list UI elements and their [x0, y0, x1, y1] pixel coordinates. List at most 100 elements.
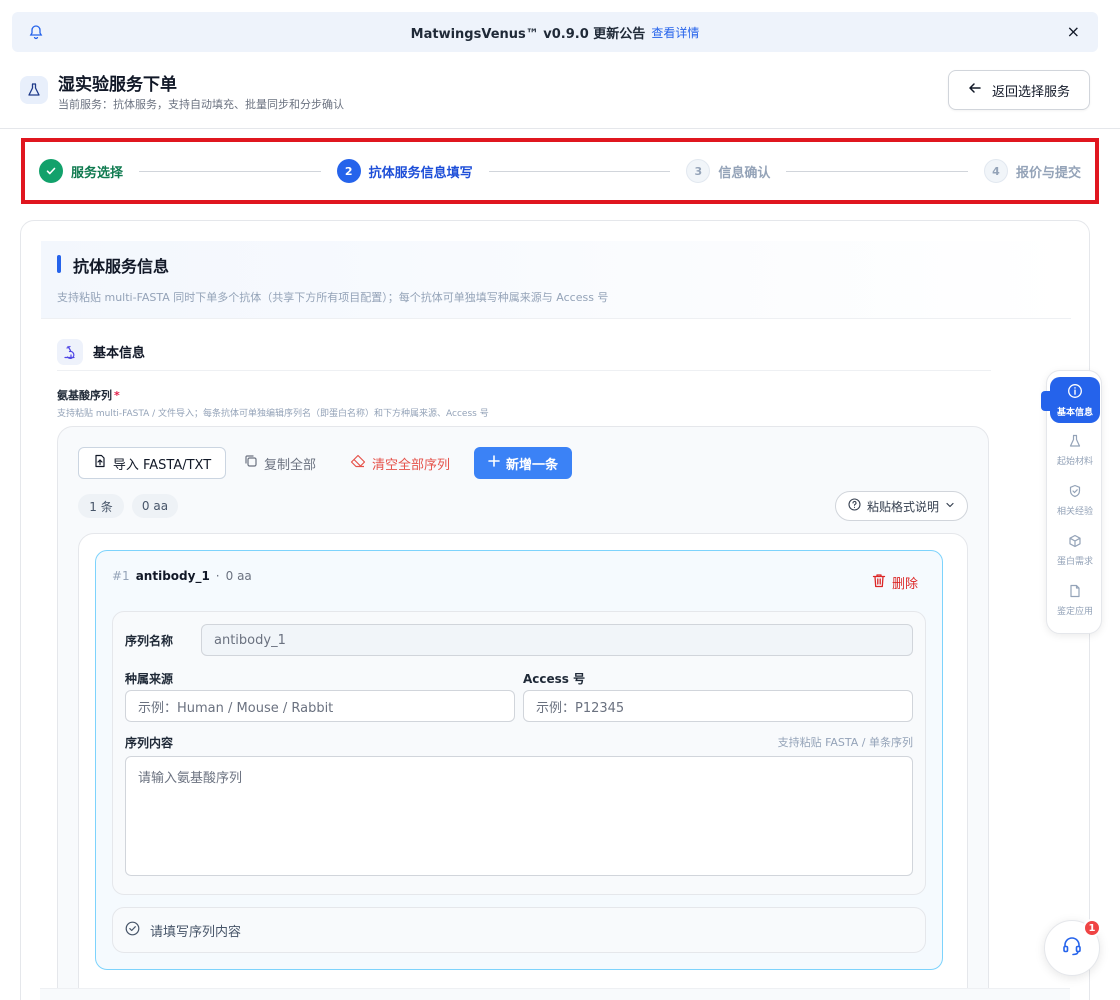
announcement-details-link[interactable]: 查看详情 [651, 24, 699, 41]
separator: · [215, 569, 220, 583]
step-number: 2 [336, 159, 361, 183]
section-quick-nav: 基本信息 起始材料 相关经验 蛋白需求 鉴定应用 [1041, 370, 1102, 634]
antibody-form: 序列名称 antibody_1 种属来源 示例：Human / Mouse / … [112, 611, 926, 895]
delete-label: 删除 [891, 577, 918, 592]
headset-icon [1061, 935, 1083, 961]
sequence-list: #1 antibody_1 · 0 aa 删除 序列名称 antibody_1 … [78, 533, 968, 1000]
check-circle-icon [125, 921, 140, 940]
basic-info-title: 基本信息 [93, 346, 146, 361]
content-field-hint: 支持粘贴 FASTA / 单条序列 [777, 736, 913, 749]
notification-badge: 1 [1083, 919, 1101, 937]
section-description: 支持粘贴 multi-FASTA 同时下单多个抗体（共享下方所有项目配置）；每个… [57, 291, 609, 304]
add-label: 新增一条 [505, 457, 558, 473]
bell-icon [28, 24, 44, 40]
access-field-label: Access 号 [523, 672, 586, 686]
sequence-count-badge: 1 条 [78, 494, 124, 518]
species-input[interactable]: 示例：Human / Mouse / Rabbit [125, 690, 515, 722]
step-antibody-info[interactable]: 2 抗体服务信息填写 [336, 159, 473, 183]
sequence-label-text: 氨基酸序列 [57, 389, 112, 402]
check-icon [39, 159, 63, 183]
shield-icon [1068, 484, 1082, 501]
step-label: 信息确认 [718, 165, 771, 181]
step-number: 4 [983, 159, 1008, 183]
antibody-aa-count: 0 aa [225, 569, 252, 583]
stepper: 服务选择 2 抗体服务信息填写 3 信息确认 4 报价与提交 [31, 148, 1089, 194]
step-label: 服务选择 [71, 165, 124, 181]
page-subtitle: 当前服务：抗体服务，支持自动填充、批量同步和分步确认 [58, 98, 344, 111]
nav-label: 相关经验 [1056, 506, 1093, 517]
copy-all-button[interactable]: 复制全部 [244, 447, 316, 479]
add-sequence-button[interactable]: 新增一条 [474, 447, 572, 479]
trash-icon [872, 573, 886, 592]
validation-status: 请填写序列内容 [112, 907, 926, 953]
chevron-down-icon [945, 499, 955, 513]
sequence-name-input[interactable]: antibody_1 [201, 624, 913, 656]
clear-label: 清空全部序列 [372, 457, 451, 473]
step-confirm[interactable]: 3 信息确认 [686, 159, 770, 183]
nav-label: 起始材料 [1056, 456, 1093, 467]
page-title: 湿实验服务下单 [58, 75, 177, 95]
import-label: 导入 FASTA/TXT [112, 457, 212, 473]
nav-label: 鉴定应用 [1056, 606, 1093, 617]
form-card: 抗体服务信息 支持粘贴 multi-FASTA 同时下单多个抗体（共享下方所有项… [20, 220, 1090, 1000]
nav-label: 蛋白需求 [1056, 556, 1093, 567]
arrow-left-icon [968, 81, 982, 99]
nav-identification[interactable]: 鉴定应用 [1050, 577, 1100, 623]
step-number: 3 [686, 159, 711, 183]
microscope-icon [57, 338, 83, 365]
stepper-highlight: 服务选择 2 抗体服务信息填写 3 信息确认 4 报价与提交 [21, 138, 1099, 204]
next-section-preview [40, 988, 1070, 1000]
box-icon [1068, 534, 1082, 551]
clear-all-button[interactable]: 清空全部序列 [350, 447, 450, 479]
section-header: 抗体服务信息 支持粘贴 multi-FASTA 同时下单多个抗体（共享下方所有项… [41, 241, 1071, 319]
antibody-name: antibody_1 [135, 569, 210, 583]
back-to-services-button[interactable]: 返回选择服务 [948, 70, 1090, 110]
announcement-bar: MatwingsVenus™ v0.9.0 更新公告 查看详情 × [12, 12, 1098, 52]
step-quote-submit[interactable]: 4 报价与提交 [983, 159, 1081, 183]
customer-support-button[interactable]: 1 [1044, 919, 1101, 976]
sequence-editor: 导入 FASTA/TXT 复制全部 清空全部序列 新增一条 1 条 0 aa 粘… [57, 426, 989, 1000]
document-icon [1068, 584, 1082, 601]
copy-label: 复制全部 [264, 457, 317, 473]
format-help-label: 粘贴格式说明 [866, 499, 939, 514]
required-mark: * [114, 389, 120, 402]
import-fasta-button[interactable]: 导入 FASTA/TXT [78, 447, 226, 479]
delete-antibody-button[interactable]: 删除 [872, 573, 918, 592]
content-field-label: 序列内容 [125, 736, 174, 750]
species-field-label: 种属来源 [125, 672, 174, 686]
access-input[interactable]: 示例：P12345 [523, 690, 913, 722]
step-label: 抗体服务信息填写 [368, 165, 473, 181]
upload-file-icon [93, 454, 107, 472]
announcement-text: MatwingsVenus™ v0.9.0 更新公告 [410, 26, 646, 42]
nav-experience[interactable]: 相关经验 [1050, 477, 1100, 523]
sequence-field-label: 氨基酸序列 * [57, 387, 120, 403]
step-connector [139, 170, 321, 172]
question-circle-icon [848, 498, 861, 514]
paste-format-help-button[interactable]: 粘贴格式说明 [834, 491, 968, 521]
sequence-field-hint: 支持粘贴 multi-FASTA / 文件导入；每条抗体可单独编辑序列名（即蛋白… [57, 409, 489, 419]
nav-label: 基本信息 [1056, 407, 1093, 418]
nav-protein-needs[interactable]: 蛋白需求 [1050, 527, 1100, 573]
validation-message: 请填写序列内容 [150, 924, 242, 940]
step-connector [488, 170, 671, 172]
total-aa-badge: 0 aa [132, 494, 178, 518]
back-button-label: 返回选择服务 [991, 84, 1070, 100]
antibody-index: #1 [112, 569, 130, 583]
step-service-select[interactable]: 服务选择 [39, 159, 123, 183]
info-icon [1067, 383, 1083, 402]
antibody-card-header: #1 antibody_1 · 0 aa [112, 569, 252, 583]
eraser-icon [350, 454, 366, 472]
close-icon[interactable]: × [1067, 23, 1080, 41]
step-label: 报价与提交 [1015, 165, 1081, 181]
page-header: 湿实验服务下单 当前服务：抗体服务，支持自动填充、批量同步和分步确认 返回选择服… [0, 52, 1120, 129]
flask-icon [20, 76, 48, 104]
flask-icon [1068, 434, 1082, 451]
sequence-content-textarea[interactable]: 请输入氨基酸序列 [125, 756, 913, 876]
copy-icon [244, 454, 258, 472]
antibody-card: #1 antibody_1 · 0 aa 删除 序列名称 antibody_1 … [95, 550, 943, 970]
nav-basic-info[interactable]: 基本信息 [1050, 377, 1100, 423]
section-title: 抗体服务信息 [73, 257, 170, 276]
step-connector [786, 170, 968, 172]
nav-starting-material[interactable]: 起始材料 [1050, 427, 1100, 473]
section-accent-bar [57, 255, 61, 273]
